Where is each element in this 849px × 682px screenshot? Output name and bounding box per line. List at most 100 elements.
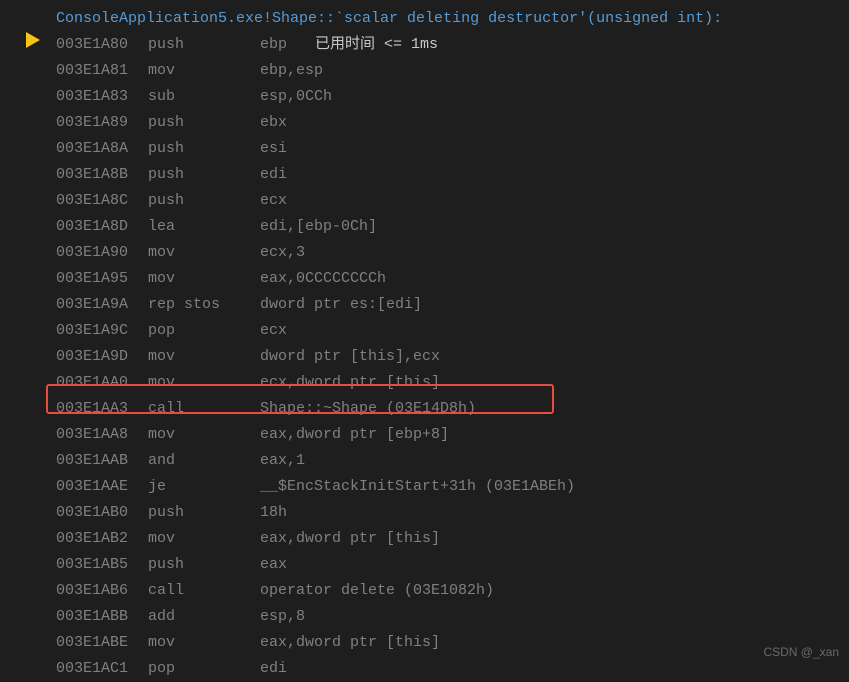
asm-row[interactable]: 003E1AA3callShape::~Shape (03E14D8h)	[0, 396, 849, 422]
asm-row[interactable]: 003E1AC1popedi	[0, 656, 849, 682]
asm-address: 003E1AB0	[56, 500, 148, 526]
asm-mnemonic: mov	[148, 526, 260, 552]
asm-address: 003E1A9C	[56, 318, 148, 344]
asm-operands: edi,[ebp-0Ch]	[260, 218, 377, 235]
asm-row[interactable]: 003E1ABEmoveax,dword ptr [this]	[0, 630, 849, 656]
asm-address: 003E1A83	[56, 84, 148, 110]
asm-row[interactable]: 003E1AB2moveax,dword ptr [this]	[0, 526, 849, 552]
asm-row[interactable]: 003E1AB6calloperator delete (03E1082h)	[0, 578, 849, 604]
watermark: CSDN @_xan	[763, 645, 839, 659]
asm-row[interactable]: 003E1A8Dleaedi,[ebp-0Ch]	[0, 214, 849, 240]
asm-row[interactable]: 003E1AABandeax,1	[0, 448, 849, 474]
asm-operands: dword ptr es:[edi]	[260, 296, 422, 313]
asm-mnemonic: mov	[148, 58, 260, 84]
asm-mnemonic: mov	[148, 240, 260, 266]
asm-operands: __$EncStackInitStart+31h (03E1ABEh)	[260, 478, 575, 495]
asm-operands: eax,0CCCCCCCCh	[260, 270, 386, 287]
asm-address: 003E1A8C	[56, 188, 148, 214]
asm-mnemonic: rep stos	[148, 292, 260, 318]
asm-mnemonic: pop	[148, 656, 260, 682]
asm-operands: esi	[260, 140, 287, 157]
asm-address: 003E1AA0	[56, 370, 148, 396]
asm-operands: ebx	[260, 114, 287, 131]
asm-row[interactable]: 003E1A90movecx,3	[0, 240, 849, 266]
asm-operands: ecx,dword ptr [this]	[260, 374, 440, 391]
asm-operands: ecx	[260, 322, 287, 339]
asm-mnemonic: je	[148, 474, 260, 500]
asm-row[interactable]: 003E1A9Arep stosdword ptr es:[edi]	[0, 292, 849, 318]
asm-address: 003E1AB6	[56, 578, 148, 604]
asm-address: 003E1AB2	[56, 526, 148, 552]
asm-row[interactable]: 003E1A8Cpushecx	[0, 188, 849, 214]
asm-address: 003E1AAB	[56, 448, 148, 474]
asm-address: 003E1A90	[56, 240, 148, 266]
asm-row[interactable]: 003E1AAEje__$EncStackInitStart+31h (03E1…	[0, 474, 849, 500]
asm-row[interactable]: 003E1A80pushebp 已用时间 <= 1ms	[0, 32, 849, 58]
asm-address: 003E1AA3	[56, 396, 148, 422]
asm-operands: eax,dword ptr [this]	[260, 530, 440, 547]
asm-row[interactable]: 003E1AA8moveax,dword ptr [ebp+8]	[0, 422, 849, 448]
asm-row[interactable]: 003E1ABBaddesp,8	[0, 604, 849, 630]
asm-address: 003E1A89	[56, 110, 148, 136]
asm-row[interactable]: 003E1AB5pusheax	[0, 552, 849, 578]
asm-mnemonic: push	[148, 32, 260, 58]
asm-operands: eax	[260, 556, 287, 573]
asm-mnemonic: mov	[148, 370, 260, 396]
asm-mnemonic: lea	[148, 214, 260, 240]
asm-address: 003E1A8A	[56, 136, 148, 162]
asm-mnemonic: push	[148, 188, 260, 214]
asm-mnemonic: push	[148, 110, 260, 136]
asm-row[interactable]: 003E1A89pushebx	[0, 110, 849, 136]
asm-address: 003E1A9A	[56, 292, 148, 318]
asm-operands: esp,0CCh	[260, 88, 332, 105]
asm-row[interactable]: 003E1AB0push18h	[0, 500, 849, 526]
asm-address: 003E1A80	[56, 32, 148, 58]
asm-operands: ebp,esp	[260, 62, 323, 79]
asm-row[interactable]: 003E1A83subesp,0CCh	[0, 84, 849, 110]
asm-mnemonic: pop	[148, 318, 260, 344]
function-header: ConsoleApplication5.exe!Shape::`scalar d…	[0, 6, 849, 32]
asm-mnemonic: push	[148, 500, 260, 526]
asm-mnemonic: push	[148, 162, 260, 188]
asm-mnemonic: mov	[148, 344, 260, 370]
asm-address: 003E1A95	[56, 266, 148, 292]
asm-row[interactable]: 003E1A9Dmovdword ptr [this],ecx	[0, 344, 849, 370]
asm-row[interactable]: 003E1A95moveax,0CCCCCCCCh	[0, 266, 849, 292]
asm-operands: ebp	[260, 36, 287, 53]
asm-mnemonic: mov	[148, 630, 260, 656]
asm-address: 003E1AC1	[56, 656, 148, 682]
asm-row[interactable]: 003E1AA0movecx,dword ptr [this]	[0, 370, 849, 396]
asm-mnemonic: push	[148, 136, 260, 162]
asm-mnemonic: call	[148, 396, 260, 422]
asm-address: 003E1ABB	[56, 604, 148, 630]
asm-row[interactable]: 003E1A8Bpushedi	[0, 162, 849, 188]
timing-annotation: 已用时间 <= 1ms	[315, 36, 438, 53]
asm-operands: edi	[260, 660, 287, 677]
asm-operands: eax,1	[260, 452, 305, 469]
asm-operands: ecx,3	[260, 244, 305, 261]
asm-rows: 003E1A80pushebp已用时间 <= 1ms003E1A81movebp…	[0, 32, 849, 682]
asm-mnemonic: add	[148, 604, 260, 630]
asm-mnemonic: and	[148, 448, 260, 474]
asm-address: 003E1ABE	[56, 630, 148, 656]
asm-operands: eax,dword ptr [this]	[260, 634, 440, 651]
asm-operands: eax,dword ptr [ebp+8]	[260, 426, 449, 443]
asm-operands: edi	[260, 166, 287, 183]
asm-operands: esp,8	[260, 608, 305, 625]
asm-address: 003E1A8B	[56, 162, 148, 188]
asm-row[interactable]: 003E1A81movebp,esp	[0, 58, 849, 84]
asm-operands: dword ptr [this],ecx	[260, 348, 440, 365]
asm-mnemonic: mov	[148, 422, 260, 448]
asm-address: 003E1AB5	[56, 552, 148, 578]
asm-address: 003E1A9D	[56, 344, 148, 370]
asm-address: 003E1AAE	[56, 474, 148, 500]
asm-row[interactable]: 003E1A9Cpopecx	[0, 318, 849, 344]
asm-mnemonic: sub	[148, 84, 260, 110]
asm-operands: ecx	[260, 192, 287, 209]
asm-address: 003E1A81	[56, 58, 148, 84]
asm-operands: operator delete (03E1082h)	[260, 582, 494, 599]
asm-address: 003E1AA8	[56, 422, 148, 448]
asm-row[interactable]: 003E1A8Apushesi	[0, 136, 849, 162]
asm-operands: 18h	[260, 504, 287, 521]
asm-mnemonic: mov	[148, 266, 260, 292]
